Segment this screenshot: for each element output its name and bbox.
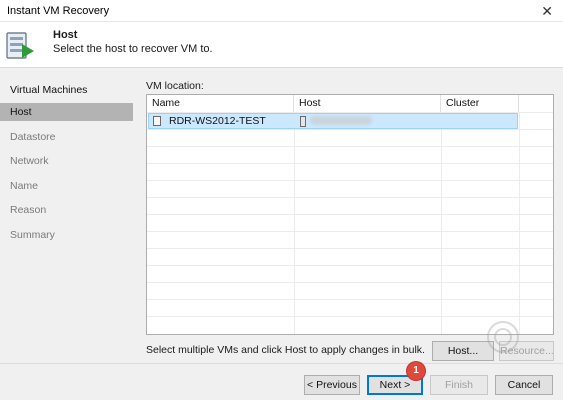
- grid-line: [147, 146, 553, 147]
- watermark-logo: [487, 321, 519, 353]
- step-title: Host: [53, 29, 78, 41]
- previous-button[interactable]: < Previous: [304, 375, 360, 395]
- bulk-edit-hint: Select multiple VMs and click Host to ap…: [146, 344, 425, 356]
- sidebar-item-reason: Reason: [10, 204, 47, 216]
- grid-line: [147, 316, 553, 317]
- grid-line: [147, 180, 553, 181]
- wizard-steps: Virtual Machines Host Datastore Network …: [0, 68, 135, 363]
- column-header-cluster-resource[interactable]: Cluster Resource: [441, 95, 519, 126]
- vm-location-table[interactable]: Name Host Cluster Resource RDR-WS2012-TE…: [146, 94, 554, 335]
- wizard-header: Host Select the host to recover VM to.: [0, 22, 563, 68]
- vm-name-cell: RDR-WS2012-TEST: [169, 115, 266, 127]
- close-icon[interactable]: ✕: [541, 3, 553, 20]
- sidebar-item-name: Name: [10, 180, 39, 192]
- cancel-button[interactable]: Cancel: [495, 375, 553, 395]
- grid-line: [147, 163, 553, 164]
- database-server-arrow-icon: [6, 32, 34, 59]
- finish-button[interactable]: Finish: [430, 375, 488, 395]
- grid-line: [147, 197, 553, 198]
- wizard-footer: < Previous Next > Finish Cancel: [0, 363, 563, 400]
- grid-line: [147, 214, 553, 215]
- grid-line: [147, 282, 553, 283]
- grid-line: [147, 265, 553, 266]
- vm-location-label: VM location:: [146, 80, 204, 92]
- step-marker-badge: 1: [407, 362, 425, 380]
- grid-line: [147, 248, 553, 249]
- main-panel: VM location: Name Host Cluster Resource …: [135, 68, 563, 363]
- host-button[interactable]: Host...: [432, 341, 494, 361]
- sidebar-item-virtual-machines[interactable]: Virtual Machines: [0, 81, 133, 99]
- virtual-machine-icon: [153, 116, 161, 126]
- grid-line: [147, 129, 553, 130]
- sidebar-item-summary: Summary: [10, 229, 55, 241]
- grid-line: [147, 299, 553, 300]
- window-title: Instant VM Recovery: [7, 5, 110, 17]
- grid-line: [147, 231, 553, 232]
- column-header-name[interactable]: Name: [147, 95, 294, 112]
- host-server-icon: [300, 116, 306, 127]
- title-bar: Instant VM Recovery ✕: [0, 0, 563, 22]
- sidebar-item-host[interactable]: Host: [0, 103, 133, 121]
- sidebar-item-datastore: Datastore: [10, 131, 56, 143]
- sidebar-item-network: Network: [10, 155, 49, 167]
- step-subtitle: Select the host to recover VM to.: [53, 43, 213, 55]
- column-header-host[interactable]: Host: [294, 95, 441, 112]
- redacted-host-name: [310, 116, 372, 125]
